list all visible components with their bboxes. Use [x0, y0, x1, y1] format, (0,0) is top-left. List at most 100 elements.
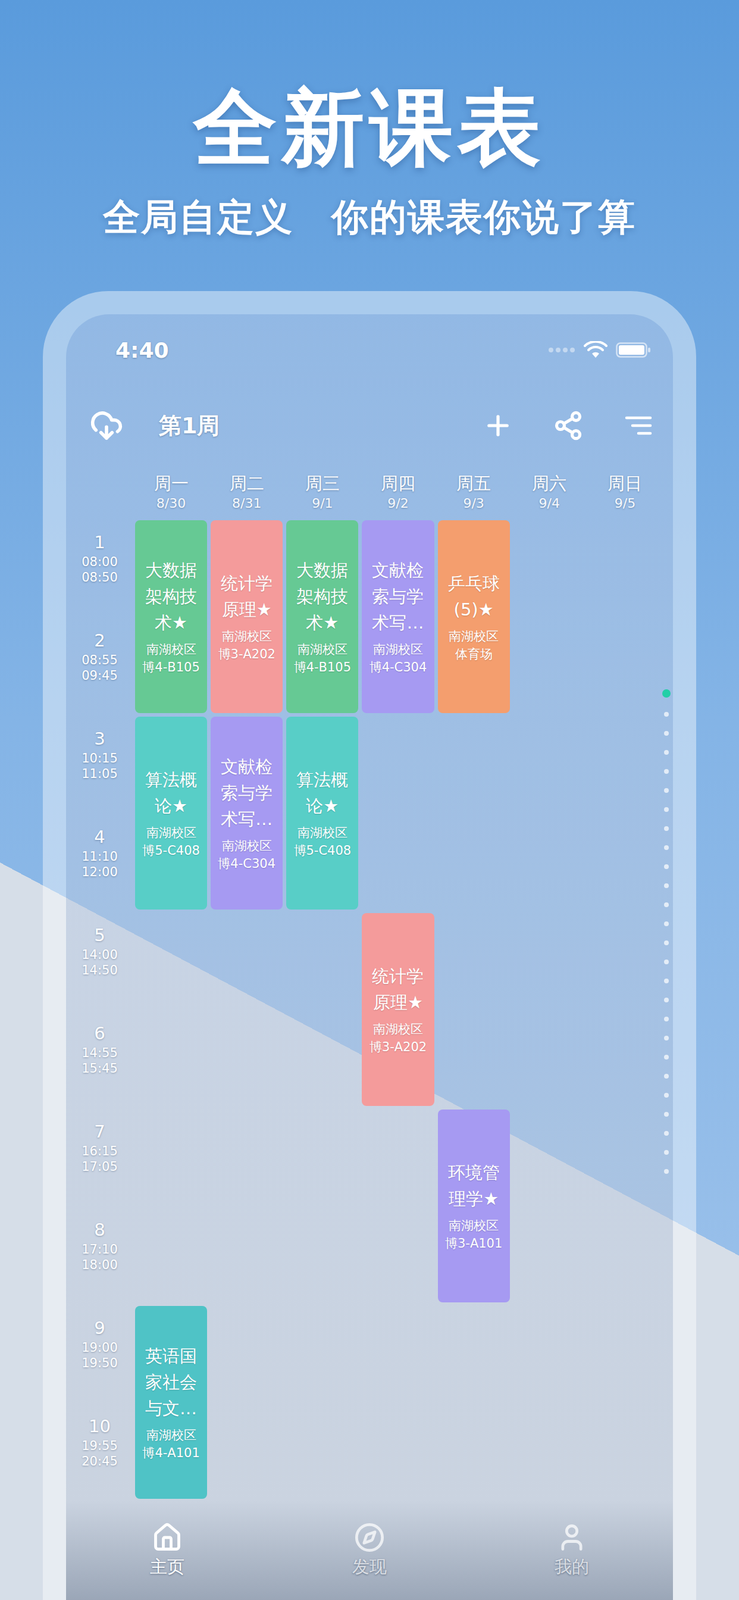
week-dot[interactable]	[664, 787, 669, 793]
course-block[interactable]: 算法概论★南湖校区博5-C408	[135, 716, 208, 910]
share-button[interactable]	[552, 409, 584, 441]
course-block[interactable]: 统计学原理★南湖校区博3-A202	[210, 520, 283, 713]
phone-frame: 4:40第1周周一8/30周二8/31周三9/1周四9/2周五9/3周六9/4周…	[42, 290, 697, 1600]
battery-icon	[615, 340, 652, 359]
timetable-grid: 108:0008:50208:5509:45310:1511:05411:101…	[66, 518, 673, 1501]
day-date: 9/5	[614, 494, 636, 513]
period-end: 15:45	[81, 1060, 118, 1076]
course-campus: 南湖校区	[146, 823, 197, 842]
cloud-download-icon	[89, 408, 124, 443]
day-header: 周一8/30周二8/31周三9/1周四9/2周五9/3周六9/4周日9/5	[66, 465, 673, 519]
course-block[interactable]: 大数据架构技术★南湖校区博4-B105	[135, 520, 208, 713]
day-cell: 周四9/2	[359, 465, 436, 519]
course-campus: 南湖校区	[448, 1216, 499, 1235]
course-room: 博4-C304	[217, 854, 276, 873]
period-cell: 208:5509:45	[66, 616, 134, 715]
week-dot[interactable]	[664, 1168, 669, 1174]
period-cell: 514:0014:50	[66, 910, 134, 1010]
course-block[interactable]: 文献检索与学术写…南湖校区博4-C304	[361, 520, 434, 713]
course-campus: 南湖校区	[146, 640, 197, 659]
course-block[interactable]: 算法概论★南湖校区博5-C408	[286, 716, 359, 910]
course-block[interactable]: 文献检索与学术写…南湖校区博4-C304	[210, 716, 283, 910]
tab-item[interactable]: 主页	[66, 1516, 269, 1584]
add-button[interactable]	[482, 409, 514, 441]
week-dot[interactable]	[664, 997, 669, 1002]
week-dot[interactable]	[664, 902, 669, 907]
course-room: 博3-A202	[218, 644, 276, 663]
week-dot[interactable]	[664, 940, 669, 945]
course-campus: 南湖校区	[297, 640, 348, 659]
week-dot[interactable]	[664, 1111, 669, 1117]
week-dot[interactable]	[664, 749, 669, 755]
tab-bar: 主页 发现 我的	[66, 1500, 673, 1600]
week-dot[interactable]	[664, 768, 669, 774]
week-dot[interactable]	[664, 1092, 669, 1098]
period-start: 17:10	[81, 1241, 118, 1257]
period-cell: 310:1511:05	[66, 714, 134, 813]
week-dot[interactable]	[664, 978, 669, 983]
course-room: 博4-C304	[369, 658, 428, 676]
course-block[interactable]: 英语国家社会与文…南湖校区博4-A101	[135, 1305, 208, 1499]
settings-button[interactable]	[622, 409, 654, 441]
course-block[interactable]: 环境管理学★南湖校区博3-A101	[437, 1109, 510, 1302]
day-cell: 周六9/4	[511, 465, 588, 519]
period-start: 14:00	[81, 946, 118, 963]
week-dot[interactable]	[664, 844, 669, 850]
course-block[interactable]: 大数据架构技术★ 南湖校区博4-B105	[286, 520, 359, 713]
import-button[interactable]	[89, 408, 124, 443]
week-dot[interactable]	[662, 689, 671, 698]
period-end: 11:05	[81, 765, 118, 782]
course-block[interactable]: 统计学原理★南湖校区博3-A202	[361, 912, 434, 1106]
week-dot[interactable]	[664, 882, 669, 888]
day-cell: 周日9/5	[587, 465, 663, 519]
course-name: 算法概论★	[288, 766, 356, 819]
period-end: 09:45	[81, 667, 118, 684]
week-dot[interactable]	[664, 959, 669, 964]
week-dot[interactable]	[664, 825, 669, 831]
tab-label: 发现	[352, 1554, 387, 1579]
period-cell: 716:1517:05	[66, 1107, 134, 1206]
period-start: 08:00	[81, 553, 118, 570]
toolbar: 第1周	[66, 385, 673, 466]
period-number: 7	[94, 1119, 105, 1144]
course-campus: 南湖校区	[373, 1019, 424, 1038]
week-dot[interactable]	[664, 730, 669, 736]
course-campus: 南湖校区	[373, 640, 424, 659]
period-end: 14:50	[81, 962, 118, 978]
promo-page: 全新课表全局自定义 你的课表你说了算4:40第1周周一8/30周二8/31周三9…	[0, 0, 739, 1600]
tab-item[interactable]: 我的	[470, 1516, 673, 1584]
wifi-icon	[583, 340, 608, 359]
week-dot[interactable]	[664, 806, 669, 812]
course-name: 算法概论★	[137, 766, 205, 819]
course-campus: 南湖校区	[221, 836, 272, 855]
course-name: 乒乓球(5)★	[440, 570, 508, 623]
week-dot[interactable]	[664, 863, 669, 869]
tab-label: 主页	[149, 1554, 185, 1579]
period-cell: 919:0019:50	[66, 1303, 134, 1402]
week-dot[interactable]	[664, 1054, 669, 1060]
week-dot[interactable]	[664, 1149, 669, 1155]
course-room: 博4-B105	[293, 658, 352, 676]
tab-item[interactable]: 发现	[268, 1516, 471, 1584]
week-dot[interactable]	[664, 1073, 669, 1079]
day-name: 周一	[154, 471, 189, 495]
week-selector[interactable]: 第1周	[158, 408, 220, 444]
week-scroller[interactable]	[662, 689, 671, 1174]
week-dot[interactable]	[664, 1035, 669, 1041]
week-dot[interactable]	[664, 921, 669, 926]
day-date: 8/30	[156, 494, 186, 513]
period-end: 17:05	[81, 1158, 118, 1174]
period-cell: 817:1018:00	[66, 1205, 134, 1304]
week-dot[interactable]	[664, 1016, 669, 1022]
day-name: 周六	[531, 471, 567, 495]
week-dot[interactable]	[664, 1130, 669, 1136]
status-icons	[548, 340, 652, 359]
course-block[interactable]: 乒乓球(5)★南湖校区体育场	[437, 520, 510, 713]
day-date: 9/2	[387, 494, 409, 513]
period-number: 8	[94, 1217, 105, 1242]
week-dot[interactable]	[664, 711, 669, 717]
subtitle: 全局自定义 你的课表你说了算	[102, 193, 637, 241]
period-cell: 108:0008:50	[66, 518, 134, 617]
course-name: 大数据架构技术★	[288, 556, 356, 636]
period-start: 19:00	[81, 1339, 118, 1355]
